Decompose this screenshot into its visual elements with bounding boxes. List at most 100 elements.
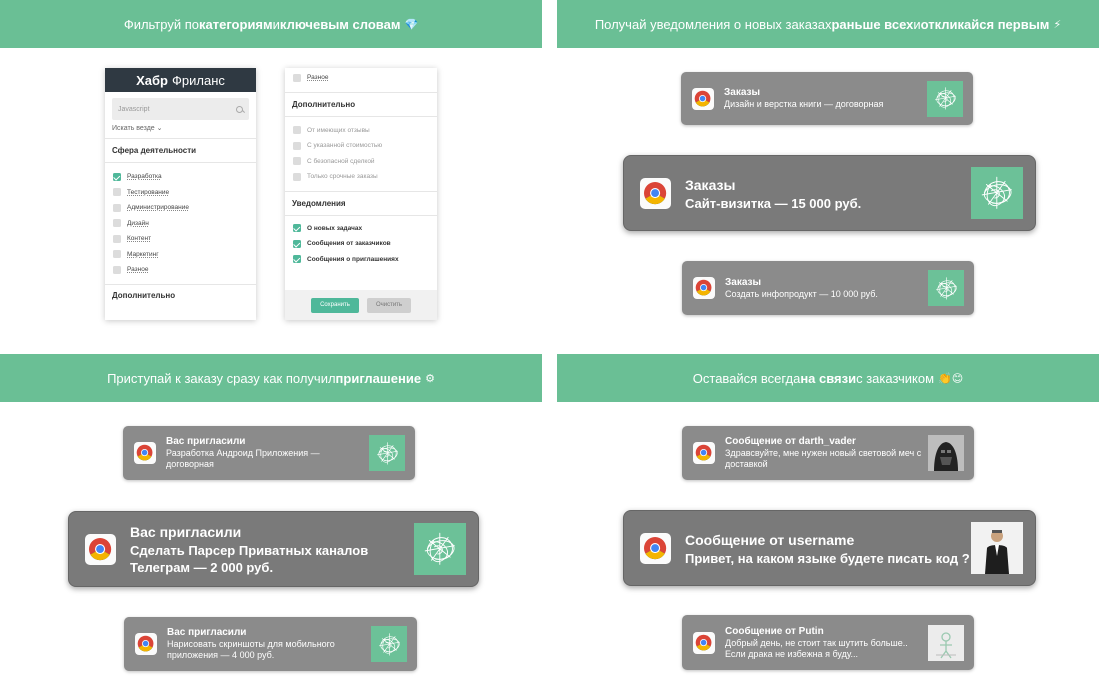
notification-title: Вас пригласили <box>130 524 242 540</box>
checkbox[interactable] <box>113 234 121 243</box>
checkbox[interactable] <box>113 188 121 197</box>
checkbox-row[interactable]: От имеющих отзывы <box>285 123 437 139</box>
notification-order[interactable]: Заказы Сайт-визитка — 15 000 руб. <box>623 155 1036 231</box>
checkbox[interactable] <box>293 157 301 166</box>
chrome-icon <box>640 177 671 209</box>
checkbox-label: Маркетинг <box>127 250 159 258</box>
checkbox[interactable] <box>293 126 301 135</box>
brand-name: Фриланс <box>172 72 225 88</box>
checkbox-row[interactable]: Разработка <box>105 169 256 185</box>
notification-invite[interactable]: Вас пригласили Сделать Парсер Приватных … <box>68 511 479 587</box>
search-scope-dropdown[interactable]: Искать везде ⌄ <box>105 120 256 132</box>
notification-text: Вас пригласили Нарисовать скриншоты для … <box>167 627 371 661</box>
notification-order[interactable]: Заказы Создать инфопродукт — 10 000 руб. <box>682 261 974 315</box>
clear-button[interactable]: Очистить <box>367 297 411 313</box>
checkbox[interactable] <box>293 141 301 150</box>
checkbox-label: Дизайн <box>127 219 149 227</box>
banner-text: Приступай к заказу сразу как получил <box>107 370 336 386</box>
gem-icon: 💎 <box>404 18 419 31</box>
checkbox-label: Разное <box>307 74 329 82</box>
section-title: Дополнительно <box>112 290 176 300</box>
checkbox[interactable] <box>113 265 121 274</box>
checkbox[interactable] <box>293 73 301 82</box>
checkbox[interactable] <box>293 172 301 181</box>
chrome-icon <box>693 442 715 464</box>
chrome-icon <box>85 533 116 565</box>
banner-orders: Получай уведомления о новых заказах рань… <box>557 0 1099 48</box>
checkbox-row[interactable]: Сообщения о приглашениях <box>285 252 437 268</box>
habr-logo-icon <box>369 435 405 471</box>
notification-text: Заказы Сайт-визитка — 15 000 руб. <box>685 175 971 212</box>
gear-icon: ⚙ <box>425 372 435 385</box>
chrome-icon <box>134 442 156 464</box>
banner-bold: откликайся первым <box>920 16 1050 32</box>
save-button[interactable]: Сохранить <box>311 297 359 313</box>
banner-bold: раньше всех <box>831 16 914 32</box>
filter-card-categories: Хабр Фриланс Javascript Искать везде ⌄ Сф… <box>105 68 256 320</box>
category-list: Разработка Тестирование Администрирование Д… <box>105 163 256 278</box>
habr-logo-icon <box>971 167 1023 219</box>
checkbox-row[interactable]: Разное <box>105 262 256 278</box>
clap-smile-icon: 👏😊 <box>938 372 964 385</box>
notification-title: Заказы <box>685 176 736 193</box>
checkbox-row[interactable]: Администрирование <box>105 200 256 216</box>
checkbox[interactable] <box>113 250 121 259</box>
checkbox-label: С безопасной сделкой <box>307 157 375 165</box>
checkbox-label: Контент <box>127 235 152 243</box>
notification-title: Вас пригласили <box>167 627 247 638</box>
checkbox[interactable] <box>113 219 121 228</box>
notification-text: Сообщение от darth_vader Здравсвуйте, мн… <box>725 436 928 470</box>
checkbox-checked[interactable] <box>293 224 301 233</box>
banner-text: Оставайся всегда <box>692 370 801 386</box>
notification-title: Заказы <box>724 87 761 98</box>
banner-text: Получай уведомления о новых заказах <box>594 16 832 32</box>
search-icon[interactable] <box>236 105 243 113</box>
brand-header: Хабр Фриланс <box>105 68 256 92</box>
habr-logo-icon <box>927 80 963 117</box>
notification-title: Сообщение от Putin <box>725 625 824 637</box>
checkbox-label: Тестирование <box>127 188 170 196</box>
notification-invite[interactable]: Вас пригласили Разработка Андроид Прилож… <box>123 426 415 480</box>
checkbox-row[interactable]: С безопасной сделкой <box>285 154 437 170</box>
notification-body: Нарисовать скриншоты для мобильного прил… <box>167 639 335 660</box>
checkbox-label: От имеющих отзывы <box>307 126 370 134</box>
checkbox-checked[interactable] <box>293 239 301 248</box>
checkbox-checked[interactable] <box>293 255 301 264</box>
notification-text: Заказы Создать инфопродукт — 10 000 руб. <box>725 277 928 300</box>
checkbox-row[interactable]: Дизайн <box>105 216 256 232</box>
checkbox-checked[interactable] <box>113 172 121 181</box>
search-input[interactable]: Javascript <box>112 98 249 120</box>
notification-title: Сообщение от username <box>685 531 855 548</box>
notification-message[interactable]: Сообщение от darth_vader Здравсвуйте, мн… <box>682 426 974 480</box>
checkbox-row[interactable]: Маркетинг <box>105 247 256 263</box>
extra-filter-list: От имеющих отзывы С указанной стоимостью С… <box>285 117 437 185</box>
checkbox-row[interactable]: О новых задачах <box>285 221 437 237</box>
notification-text: Вас пригласили Сделать Парсер Приватных … <box>130 522 414 576</box>
notification-order[interactable]: Заказы Дизайн и верстка книги — договорн… <box>681 72 973 125</box>
chrome-icon <box>640 532 671 564</box>
checkbox-row[interactable]: С указанной стоимостью <box>285 138 437 154</box>
checkbox-row[interactable]: Тестирование <box>105 185 256 201</box>
checkbox-row[interactable]: Контент <box>105 231 256 247</box>
notification-settings-list: О новых задачах Сообщения от заказчиков Со… <box>285 216 437 268</box>
notification-title: Сообщение от darth_vader <box>725 436 856 447</box>
notification-invite[interactable]: Вас пригласили Нарисовать скриншоты для … <box>124 617 417 671</box>
notification-title: Вас пригласили <box>166 436 246 447</box>
notification-body: Разработка Андроид Приложения — договорн… <box>166 448 320 469</box>
banner-invitations: Приступай к заказу сразу как получил при… <box>0 354 542 402</box>
checkbox-row[interactable]: Только срочные заказы <box>285 169 437 185</box>
chrome-icon <box>693 277 715 299</box>
notification-message[interactable]: Сообщение от Putin Добрый день, не стоит… <box>682 615 974 670</box>
banner-messages: Оставайся всегда на связи с заказчиком 👏… <box>557 354 1099 402</box>
banner-bold: приглашение <box>335 370 422 386</box>
checkbox-row[interactable]: Сообщения от заказчиков <box>285 236 437 252</box>
avatar <box>928 435 964 471</box>
banner-bold: на связи <box>800 370 857 386</box>
checkbox[interactable] <box>113 203 121 212</box>
checkbox-row[interactable]: Разное <box>285 70 437 86</box>
notification-body: Здравсвуйте, мне нужен новый световой ме… <box>725 448 922 469</box>
panel-filters: Фильтруй по категориям и ключевым словам… <box>0 0 542 337</box>
notification-message[interactable]: Сообщение от username Привет, на каком я… <box>623 510 1036 586</box>
habr-logo-icon <box>414 523 466 575</box>
banner-bold: категориям <box>198 16 273 32</box>
